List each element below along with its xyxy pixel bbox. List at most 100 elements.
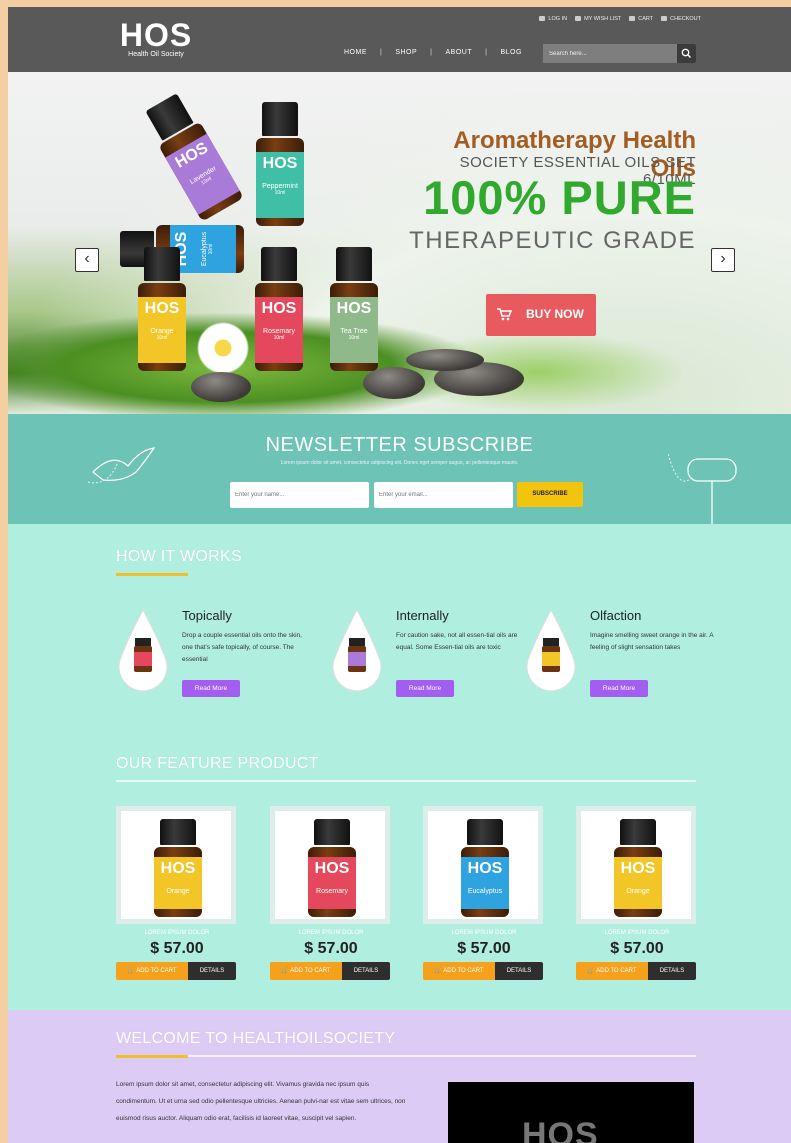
details-button[interactable]: DETAILS — [495, 962, 543, 980]
site-header: HOS Health Oil Society LOG IN MY WISH LI… — [8, 7, 791, 72]
hero-bottle: HOS Tea Tree 10ml — [330, 247, 378, 371]
login-link[interactable]: LOG IN — [539, 16, 567, 22]
subscribe-button[interactable]: SUBSCRIBE — [517, 482, 583, 507]
add-to-cart-button[interactable]: 🛒 ADD TO CART — [423, 962, 495, 980]
read-more-button[interactable]: Read More — [396, 680, 454, 697]
featured-title: OUR FEATURE PRODUCT — [116, 755, 319, 772]
hero-slider: ‹ › HOS Lavender 10ml HOS Peppermint 10ml HO… — [8, 72, 791, 414]
hero-bottle: HOS Lavender 10ml — [140, 90, 244, 222]
product-card[interactable]: HOS Orange LOREM IPSUM DOLOR $ 57.00 🛒 AD… — [116, 806, 238, 980]
hero-grade-text: THERAPEUTIC GRADE — [409, 227, 696, 254]
how-it-works-section: HOW IT WORKS Topically Drop a couple ess… — [8, 524, 791, 1010]
product-bottle: HOS Rosemary — [308, 819, 356, 917]
add-to-cart-button[interactable]: 🛒 ADD TO CART — [576, 962, 648, 980]
how-item-title: Topically — [182, 608, 232, 623]
how-item-topically: Topically Drop a couple essential oils o… — [116, 608, 316, 708]
newsletter-section: NEWSLETTER SUBSCRIBE Lorem ipsum dolor s… — [8, 414, 791, 524]
search-button[interactable] — [677, 44, 696, 63]
nav-about[interactable]: ABOUT — [446, 49, 473, 56]
product-price: $ 57.00 — [304, 940, 358, 957]
logo-mark: HOS — [119, 17, 193, 53]
stone — [363, 367, 425, 399]
drop-bottle-icon — [526, 608, 576, 692]
product-name[interactable]: LOREM IPSUM DOLOR — [116, 930, 238, 936]
welcome-title: WELCOME TO HEALTHOILSOCIETY — [116, 1030, 396, 1047]
product-price: $ 57.00 — [150, 940, 204, 957]
title-underline — [116, 573, 188, 576]
video-logo: HOS — [522, 1116, 599, 1143]
heart-icon — [575, 16, 582, 22]
welcome-section: WELCOME TO HEALTHOILSOCIETY Lorem ipsum … — [8, 1010, 791, 1143]
product-image[interactable]: HOS Rosemary — [270, 806, 390, 924]
hero-pure-text: 100% PURE — [423, 171, 696, 224]
product-card[interactable]: HOS Orange LOREM IPSUM DOLOR $ 57.00 🛒 AD… — [576, 806, 698, 980]
newsletter-name-input[interactable] — [230, 482, 369, 508]
cart-link[interactable]: CART — [629, 16, 653, 22]
checkout-icon — [661, 16, 668, 22]
main-nav: HOME | SHOP | ABOUT | BLOG — [344, 49, 522, 56]
product-price: $ 57.00 — [610, 940, 664, 957]
how-it-works-title: HOW IT WORKS — [116, 548, 242, 565]
how-item-text: For caution sake, not all essen-tial oil… — [396, 632, 518, 651]
add-to-cart-button[interactable]: 🛒 ADD TO CART — [270, 962, 342, 980]
how-item-text: Drop a couple essential oils onto the sk… — [182, 632, 302, 663]
hero-bottle: HOS Orange 10ml — [138, 247, 186, 371]
details-button[interactable]: DETAILS — [648, 962, 696, 980]
nav-home[interactable]: HOME — [344, 49, 367, 56]
cart-icon — [497, 308, 512, 321]
product-image[interactable]: HOS Orange — [116, 806, 236, 924]
product-card[interactable]: HOS Rosemary LOREM IPSUM DOLOR $ 57.00 🛒 … — [270, 806, 392, 980]
read-more-button[interactable]: Read More — [590, 680, 648, 697]
slider-next-button[interactable]: › — [711, 248, 735, 272]
welcome-text: Lorem ipsum dolor sit amet, consectetur … — [116, 1081, 406, 1122]
product-name[interactable]: LOREM IPSUM DOLOR — [270, 930, 392, 936]
details-button[interactable]: DETAILS — [188, 962, 236, 980]
search-input[interactable] — [543, 44, 677, 63]
page: HOS Health Oil Society LOG IN MY WISH LI… — [8, 7, 791, 1143]
buy-now-button[interactable]: BUY NOW — [486, 294, 596, 336]
product-image[interactable]: HOS Orange — [576, 806, 696, 924]
nav-separator: | — [485, 49, 488, 56]
nav-shop[interactable]: SHOP — [395, 49, 417, 56]
cart-icon: 🛒 — [587, 968, 597, 974]
cart-icon: 🛒 — [434, 968, 444, 974]
user-icon — [539, 16, 546, 22]
stone — [191, 372, 251, 402]
how-item-internally: Internally For caution sake, not all ess… — [330, 608, 530, 708]
newsletter-subtitle: Lorem ipsum dolor sit amet, consectetur … — [280, 460, 519, 466]
how-item-olfaction: Olfaction Imagine smelling sweet orange … — [524, 608, 724, 708]
read-more-button[interactable]: Read More — [182, 680, 240, 697]
slider-prev-button[interactable]: ‹ — [75, 248, 99, 272]
nav-separator: | — [380, 49, 383, 56]
site-logo[interactable]: HOS Health Oil Society — [116, 17, 196, 60]
product-name[interactable]: LOREM IPSUM DOLOR — [576, 930, 698, 936]
drop-bottle-icon — [332, 608, 382, 692]
add-to-cart-button[interactable]: 🛒 ADD TO CART — [116, 962, 188, 980]
nav-blog[interactable]: BLOG — [500, 49, 521, 56]
hero-leaf-background — [388, 332, 688, 412]
hero-bottle: HOS Rosemary 10ml — [255, 247, 303, 371]
how-item-title: Olfaction — [590, 608, 642, 623]
hero-bottle: HOS Peppermint 10ml — [256, 102, 304, 226]
newsletter-email-input[interactable] — [374, 482, 513, 508]
product-card[interactable]: HOS Eucalyptus LOREM IPSUM DOLOR $ 57.00 … — [423, 806, 545, 980]
nav-separator: | — [430, 49, 433, 56]
video-player[interactable]: HOS — [448, 1082, 694, 1143]
checkout-link[interactable]: CHECKOUT — [661, 16, 701, 22]
cart-icon: 🛒 — [281, 968, 291, 974]
title-divider — [116, 1055, 696, 1057]
newsletter-title: NEWSLETTER SUBSCRIBE — [265, 434, 534, 456]
details-button[interactable]: DETAILS — [342, 962, 390, 980]
search-icon — [681, 48, 691, 58]
title-divider — [116, 780, 696, 782]
product-bottle: HOS Eucalyptus — [461, 819, 509, 917]
drop-bottle-icon — [118, 608, 168, 692]
product-bottle: HOS Orange — [154, 819, 202, 917]
product-name[interactable]: LOREM IPSUM DOLOR — [423, 930, 545, 936]
how-item-text: Imagine smelling sweet orange in the air… — [590, 632, 714, 651]
cart-icon — [629, 16, 636, 22]
wishlist-link[interactable]: MY WISH LIST — [575, 16, 621, 22]
cart-icon: 🛒 — [127, 968, 137, 974]
chevron-left-icon: ‹ — [84, 250, 90, 267]
product-image[interactable]: HOS Eucalyptus — [423, 806, 543, 924]
